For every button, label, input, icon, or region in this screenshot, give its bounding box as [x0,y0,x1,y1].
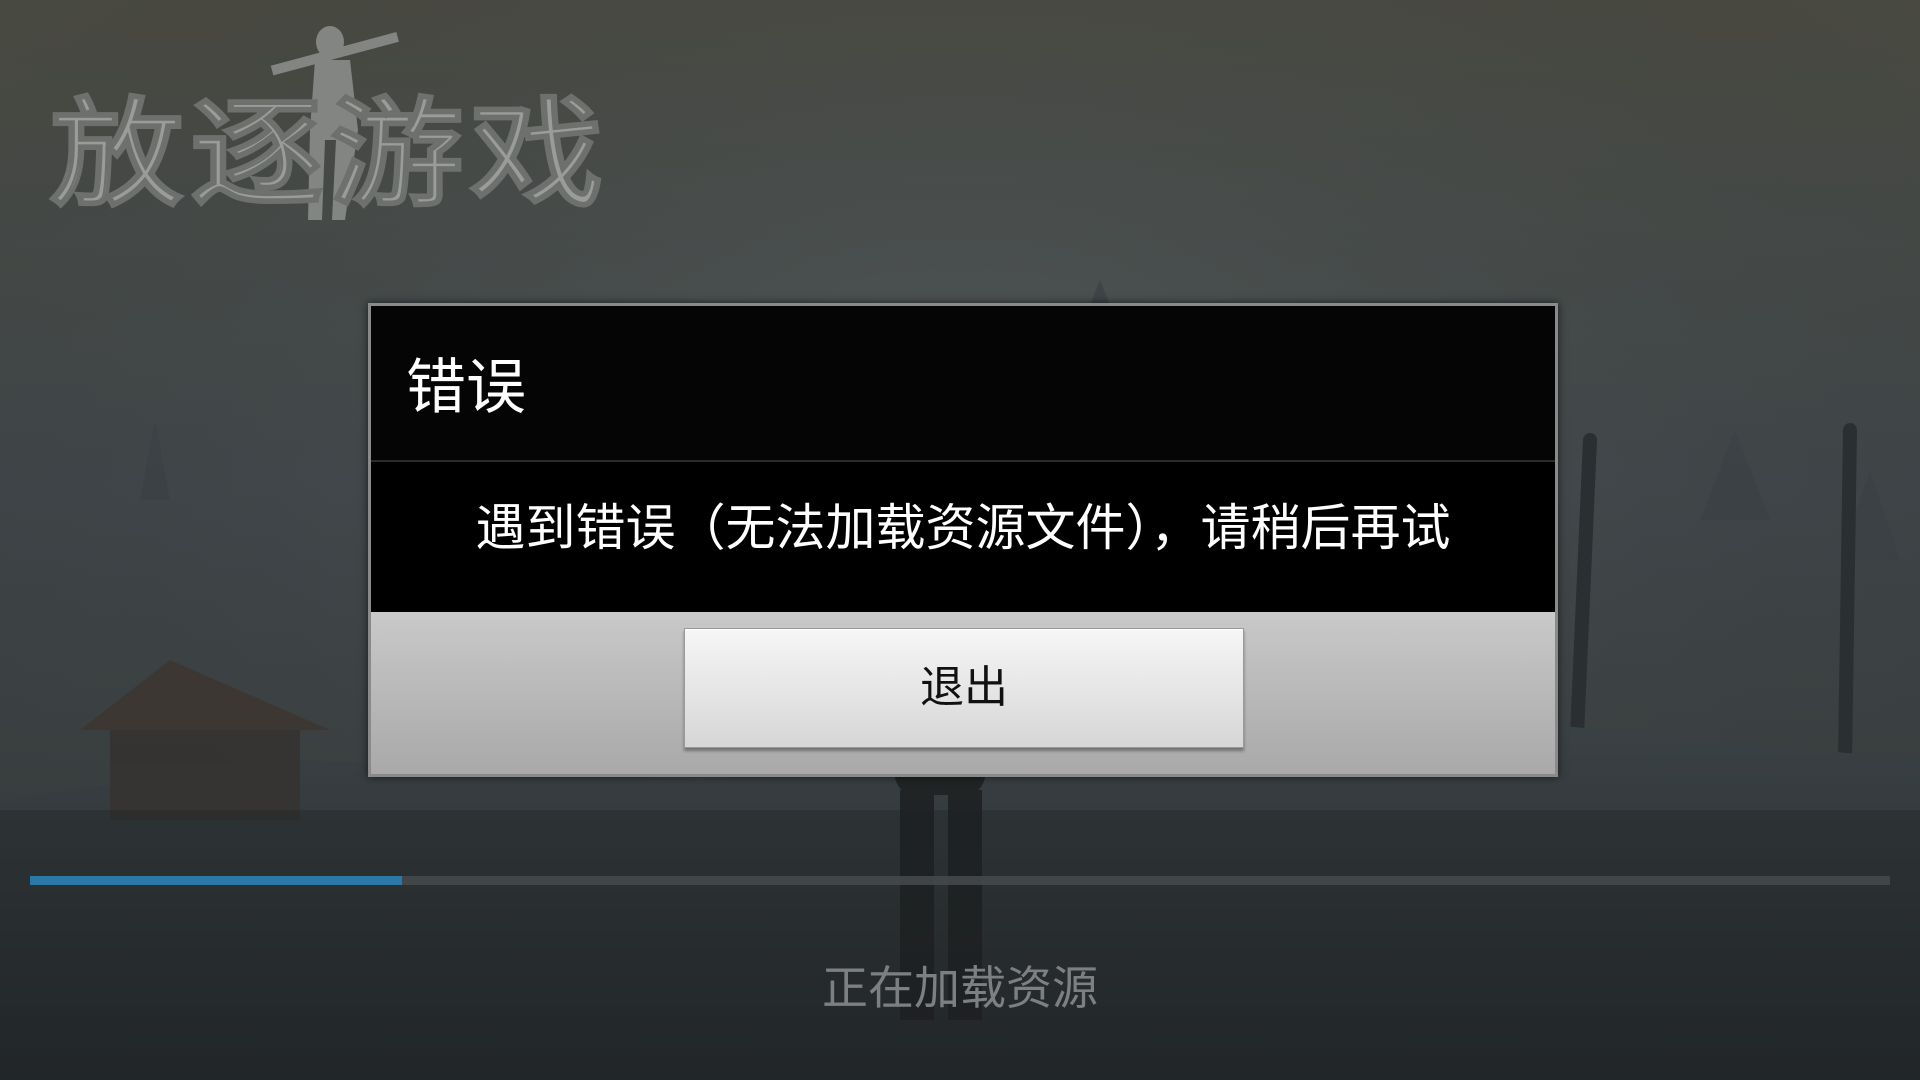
loading-progress-fill [30,876,402,885]
exit-button[interactable]: 退出 [684,628,1244,748]
dialog-title: 错误 [406,353,526,423]
dialog-message-area: 遇到错误（无法加载资源文件），请稍后再试 [371,462,1555,612]
loading-progress-bar [30,876,1890,885]
error-dialog: 错误 遇到错误（无法加载资源文件），请稍后再试 退出 [368,303,1558,777]
dialog-button-bar: 退出 [371,612,1555,774]
dialog-message: 遇到错误（无法加载资源文件），请稍后再试 [475,499,1451,557]
game-loading-screen: 放逐游戏 错误 遇到错误（无法加载资源文件），请稍后再试 退出 正在加载资源 [0,0,1920,1080]
game-logo: 放逐游戏 [49,26,610,224]
dialog-title-bar: 错误 [371,306,1555,462]
loading-status-text: 正在加载资源 [822,961,1098,1015]
logo-text: 放逐游戏 [50,85,610,223]
